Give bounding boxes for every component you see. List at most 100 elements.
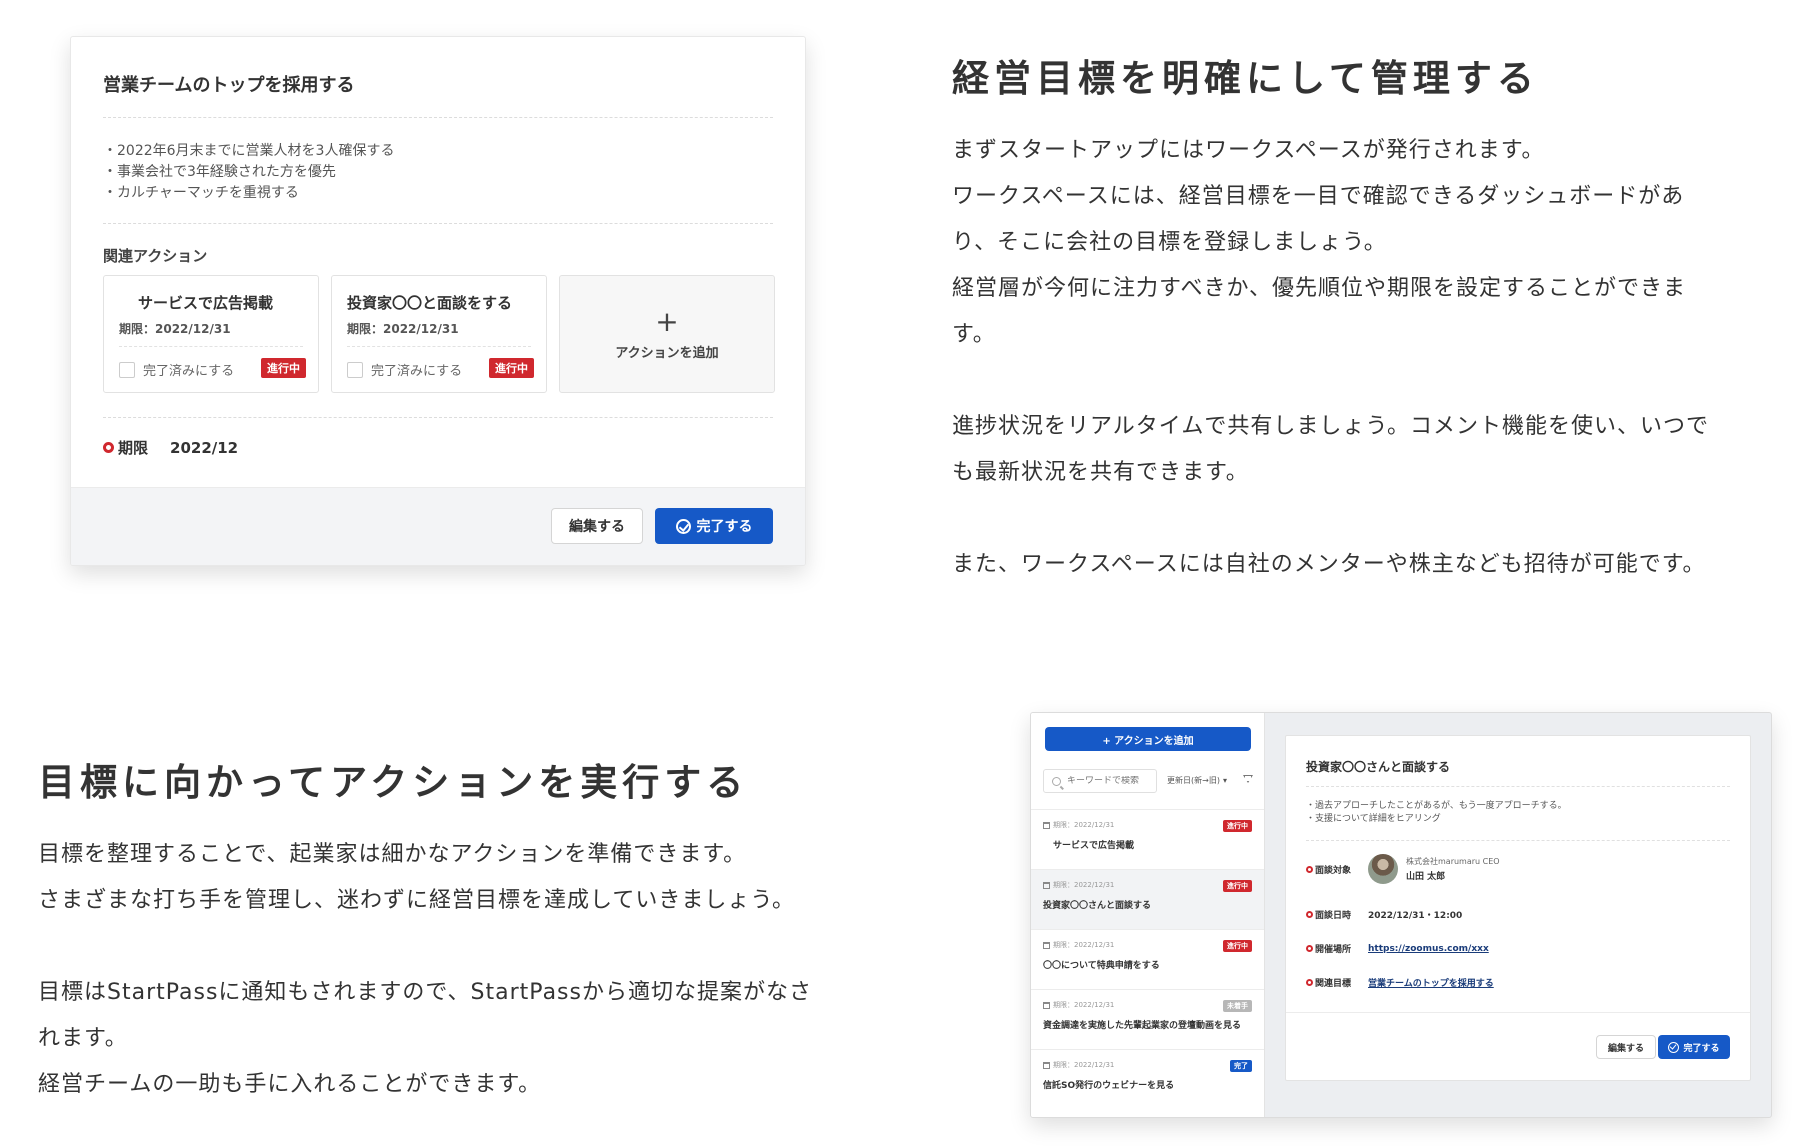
due-label: 期限 — [118, 439, 149, 457]
detail-label-text: 面談対象 — [1315, 865, 1352, 876]
calendar-icon — [1043, 1061, 1050, 1069]
body-line: り、そこに会社の目標を登録しましょう。 — [952, 230, 1387, 255]
action-card[interactable]: サービスで広告掲載 期限：2022/12/31 完了済みにする 進行中 — [103, 275, 319, 393]
list-item-selected[interactable]: 期限：2022/12/31 投資家〇〇さんと面談する 進行中 — [1031, 869, 1264, 929]
detail-label-text: 開催場所 — [1315, 945, 1352, 955]
divider — [103, 223, 773, 224]
action-list: 期限：2022/12/31 サービスで広告掲載 進行中 期限：2022/12/3… — [1031, 809, 1264, 1109]
due-value: 2022/12 — [170, 438, 239, 457]
body-line: 目標はStartPassに通知もされますので、StartPassから適切な提案が… — [38, 980, 812, 1005]
avatar — [1368, 854, 1398, 884]
divider — [103, 417, 773, 418]
dot-icon — [1306, 945, 1313, 952]
goal-bullet: 2022年6月末までに営業人材を3人確保する — [103, 141, 394, 162]
action-card[interactable]: 投資家〇〇と面談をする 期限：2022/12/31 完了済みにする 進行中 — [331, 275, 547, 393]
item-date-text: 期限：2022/12/31 — [1053, 941, 1115, 949]
detail-bullet: 過去アプローチしたことがあるが、もう一度アプローチする。 — [1306, 800, 1567, 813]
add-action-label: アクションを追加 — [615, 345, 719, 361]
detail-row-target: 面談対象 株式会社marumaru CEO 山田 太郎 — [1306, 854, 1500, 884]
complete-button-label: 完了する — [1683, 1043, 1720, 1054]
action-due: 期限：2022/12/31 — [347, 322, 459, 336]
complete-button[interactable]: 完了する — [655, 508, 773, 544]
complete-button[interactable]: 完了する — [1658, 1035, 1730, 1059]
search-box[interactable] — [1043, 769, 1157, 793]
due-dot-icon — [103, 442, 114, 453]
complete-checkbox-group[interactable]: 完了済みにする — [347, 360, 462, 379]
edit-button[interactable]: 編集する — [551, 508, 643, 544]
complete-checkbox[interactable] — [119, 361, 135, 378]
body-line: 目標を整理することで、起業家は細かなアクションを準備できます。 — [38, 842, 747, 867]
search-input[interactable] — [1067, 776, 1157, 786]
section-body-manage: まずスタートアップにはワークスペースが発行されます。 ワークスペースには、経営目… — [952, 128, 1792, 588]
item-date-text: 期限：2022/12/31 — [1053, 1061, 1115, 1069]
dot-icon — [1306, 865, 1313, 873]
related-actions-label: 関連アクション — [103, 247, 208, 265]
sort-dropdown[interactable]: 更新日(新→旧) ▾ — [1167, 775, 1227, 786]
dot-icon — [1306, 911, 1313, 918]
check-circle-icon — [1668, 1041, 1680, 1053]
calendar-icon — [1043, 821, 1050, 829]
list-item[interactable]: 期限：2022/12/31 資金調達を実施した先輩起業家の登壇動画を見る 未着手 — [1031, 989, 1264, 1049]
add-action-button[interactable]: + アクションを追加 — [559, 275, 775, 393]
dot-icon — [1306, 979, 1313, 986]
detail-value: 2022/12/31・12:00 — [1368, 911, 1463, 921]
complete-checkbox[interactable] — [347, 361, 363, 378]
detail-bullet: 支援について詳細をヒアリング — [1306, 813, 1567, 826]
list-item[interactable]: 期限：2022/12/31 信託SO発行のウェビナーを見る 完了 — [1031, 1049, 1264, 1109]
goal-title: 営業チームのトップを採用する — [103, 75, 355, 96]
edit-button[interactable]: 編集する — [1596, 1035, 1656, 1059]
sort-label: 更新日(新→旧) — [1167, 776, 1220, 785]
divider — [347, 346, 531, 347]
target-company: 株式会社marumaru CEO — [1406, 857, 1500, 866]
body-line: さまざまな打ち手を管理し、迷わずに経営目標を達成していきましょう。 — [38, 888, 796, 913]
item-date-text: 期限：2022/12/31 — [1053, 1001, 1115, 1009]
detail-row-datetime: 面談日時 2022/12/31・12:00 — [1306, 908, 1462, 921]
item-title: 信託SO発行のウェビナーを見る — [1043, 1081, 1175, 1091]
list-item[interactable]: 期限：2022/12/31 〇〇について特典申請をする 進行中 — [1031, 929, 1264, 989]
body-line: ワークスペースには、経営目標を一目で確認できるダッシュボードがあ — [952, 184, 1685, 209]
detail-row-goal: 関連目標 営業チームのトップを採用する — [1306, 976, 1494, 989]
item-date: 期限：2022/12/31 — [1043, 1000, 1252, 1010]
status-badge: 未着手 — [1223, 1000, 1252, 1012]
action-title: 投資家〇〇と面談をする — [347, 294, 513, 312]
item-title: サービスで広告掲載 — [1053, 841, 1135, 851]
item-date: 期限：2022/12/31 — [1043, 880, 1252, 890]
goal-card-footer: 編集する 完了する — [71, 487, 805, 565]
section-body-action: 目標を整理することで、起業家は細かなアクションを準備できます。 さまざまな打ち手… — [38, 832, 898, 1108]
body-line: まずスタートアップにはワークスペースが発行されます。 — [952, 138, 1545, 163]
detail-label: 面談日時 — [1306, 908, 1368, 921]
item-date-text: 期限：2022/12/31 — [1053, 821, 1115, 829]
goal-bullet: カルチャーマッチを重視する — [103, 183, 394, 204]
section-heading-manage: 経営目標を明確にして管理する — [952, 57, 1539, 100]
complete-checkbox-label: 完了済みにする — [371, 364, 463, 379]
detail-label: 開催場所 — [1306, 942, 1368, 955]
status-badge: 進行中 — [1223, 880, 1252, 892]
detail-row-place: 開催場所 https://zoomus.com/xxx — [1306, 942, 1489, 955]
list-item[interactable]: 期限：2022/12/31 サービスで広告掲載 進行中 — [1031, 809, 1264, 869]
body-line: す。 — [952, 322, 996, 347]
complete-checkbox-label: 完了済みにする — [143, 364, 235, 379]
body-line: 経営チームの一助も手に入れることができます。 — [38, 1072, 542, 1097]
plus-icon: + — [655, 304, 679, 338]
detail-label: 面談対象 — [1306, 863, 1368, 876]
search-icon — [1052, 776, 1061, 786]
section-heading-action: 目標に向かってアクションを実行する — [38, 761, 749, 804]
meeting-link[interactable]: https://zoomus.com/xxx — [1368, 944, 1489, 954]
target-name: 山田 太郎 — [1406, 872, 1446, 882]
item-date: 期限：2022/12/31 — [1043, 940, 1252, 950]
detail-bullets: 過去アプローチしたことがあるが、もう一度アプローチする。 支援について詳細をヒア… — [1306, 800, 1567, 826]
filter-icon[interactable] — [1243, 775, 1253, 783]
complete-checkbox-group[interactable]: 完了済みにする — [119, 360, 234, 379]
related-goal-link[interactable]: 営業チームのトップを採用する — [1368, 976, 1494, 989]
add-action-button[interactable]: + アクションを追加 — [1045, 727, 1251, 751]
action-title: サービスで広告掲載 — [138, 294, 274, 312]
status-badge: 進行中 — [261, 358, 306, 378]
item-title: 投資家〇〇さんと面談する — [1043, 901, 1152, 911]
detail-footer: 編集する 完了する — [1286, 1012, 1750, 1080]
divider — [119, 346, 303, 347]
item-title: 資金調達を実施した先輩起業家の登壇動画を見る — [1043, 1021, 1242, 1031]
body-line: も最新状況を共有できます。 — [952, 460, 1249, 485]
body-line: 進捗状況をリアルタイムで共有しましょう。コメント機能を使い、いつで — [952, 414, 1710, 439]
detail-label-text: 面談日時 — [1315, 911, 1352, 921]
